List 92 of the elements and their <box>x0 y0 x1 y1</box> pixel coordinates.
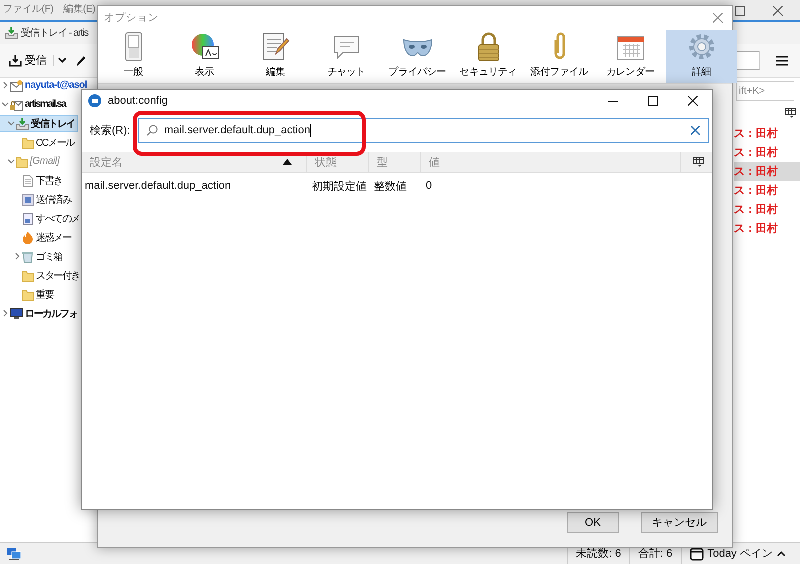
close-icon <box>713 13 723 23</box>
close-button[interactable] <box>773 6 783 16</box>
trash-icon <box>22 250 34 262</box>
ok-button[interactable]: OK <box>567 512 619 533</box>
get-mail-button[interactable]: 受信 <box>6 51 50 70</box>
app-logo-icon <box>88 94 102 108</box>
cancel-button[interactable]: キャンセル <box>641 512 718 533</box>
clear-button[interactable] <box>691 126 700 134</box>
maximize-button[interactable] <box>735 6 745 16</box>
network-computers-icon <box>6 546 22 560</box>
table-cell-text: 整数値 <box>373 180 408 194</box>
caret-icon <box>58 57 67 64</box>
preference-tab[interactable]: プライバシー <box>382 30 453 83</box>
preference-tab[interactable]: 添付ファイル <box>524 30 595 83</box>
inbox-icon <box>5 27 18 39</box>
tab[interactable]: 受信トレイ - artis <box>0 26 88 40</box>
message-row[interactable]: ス：田村 <box>734 124 800 143</box>
calendar-icon <box>690 546 704 560</box>
column-picker-icon <box>693 157 704 167</box>
speech-bubble-icon <box>332 34 360 62</box>
close-icon <box>688 96 698 106</box>
table-cell-text: 0 <box>425 180 434 192</box>
sender-text: ス：田村 <box>734 222 778 236</box>
folder-item[interactable]: 送信済み <box>0 192 74 207</box>
folder-item[interactable]: ローカルフォ <box>0 306 80 321</box>
menu-icon <box>776 56 788 66</box>
folder-icon <box>22 270 34 282</box>
message-row[interactable]: ス：田村 <box>734 181 800 200</box>
maximize-icon <box>648 96 658 106</box>
chevron-up-icon <box>777 550 786 556</box>
folder-item[interactable]: すべてのメ <box>0 211 82 226</box>
folder-item[interactable]: CCメール <box>0 135 76 150</box>
preference-tab[interactable]: 詳細 <box>666 30 737 83</box>
menu-button[interactable] <box>776 56 788 66</box>
preference-tab[interactable]: セキュリティ <box>453 30 524 83</box>
message-row[interactable]: ス：田村 <box>734 219 800 238</box>
search-field[interactable] <box>736 51 760 70</box>
close-button[interactable] <box>688 96 698 106</box>
sender-text: ス：田村 <box>734 164 778 179</box>
download-tray-icon <box>9 54 22 67</box>
search-icon <box>147 124 158 136</box>
archive-icon <box>22 212 34 224</box>
folder-item[interactable]: 受信トレイ <box>0 116 78 131</box>
pencil-icon <box>76 54 86 66</box>
window-title: about:config <box>108 95 168 107</box>
menu-item[interactable]: 編集(E) <box>64 2 96 16</box>
search-field[interactable]: mail.server.default.dup_action <box>138 118 709 142</box>
folder-item[interactable]: 重要 <box>0 287 56 302</box>
inbox-icon <box>16 118 29 130</box>
preference-row[interactable]: mail.server.default.dup_action 初期設定値 整数値 0 <box>82 175 712 197</box>
preference-tab[interactable]: 一般 <box>98 30 169 83</box>
folder-item[interactable]: artismail.sa <box>0 97 68 112</box>
sender-text: ス：田村 <box>734 202 778 217</box>
message-row[interactable]: ス：田村 <box>734 143 800 162</box>
message-row[interactable]: ス：田村 <box>734 200 800 219</box>
today-pane-label: Today ペイン <box>708 547 773 561</box>
quick-filter-field[interactable]: ift+K> <box>736 81 794 101</box>
folder-item[interactable]: 迷惑メー <box>0 230 74 245</box>
maximize-button[interactable] <box>648 96 658 106</box>
maximize-icon <box>735 6 745 16</box>
sender-text: ス：田村 <box>734 126 778 141</box>
column-picker-icon <box>785 108 796 118</box>
monitor-icon <box>10 308 23 320</box>
sender-text: ス：田村 <box>734 146 778 160</box>
preference-tab[interactable]: チャット <box>311 30 382 83</box>
folder-item[interactable]: nayuta-t@asol <box>0 78 90 93</box>
folder-item[interactable]: スター付き <box>0 268 82 283</box>
menu-item[interactable]: ファイル(F) <box>3 2 54 16</box>
table-cell-text: 初期設定値 <box>311 180 368 194</box>
preference-tab[interactable]: 編集 <box>240 30 311 83</box>
folder-icon <box>16 156 28 168</box>
folder-icon <box>22 288 34 300</box>
flame-icon <box>22 232 34 244</box>
gear-icon <box>686 32 716 62</box>
preference-tab[interactable]: 表示 <box>169 30 240 83</box>
calendar-icon <box>616 34 644 62</box>
padlock-icon <box>476 32 502 62</box>
folder-item[interactable]: [Gmail] <box>0 154 62 169</box>
envelope-icon <box>10 80 23 92</box>
sent-folder-icon <box>22 194 34 206</box>
table-cell-text: mail.server.default.dup_action <box>84 180 232 192</box>
dialog-title: オプション <box>104 11 159 25</box>
envelope-lock-icon <box>10 98 23 110</box>
document-icon <box>22 174 34 186</box>
sender-text: ス：田村 <box>734 184 778 198</box>
search-label: 検索(R): <box>90 124 130 138</box>
preference-tab[interactable]: カレンダー <box>595 30 666 83</box>
folder-item[interactable]: 下書き <box>0 173 64 188</box>
folder-item[interactable]: ゴミ箱 <box>0 249 64 264</box>
folder-icon <box>22 136 34 148</box>
close-icon <box>773 6 783 16</box>
clear-icon <box>691 126 700 134</box>
